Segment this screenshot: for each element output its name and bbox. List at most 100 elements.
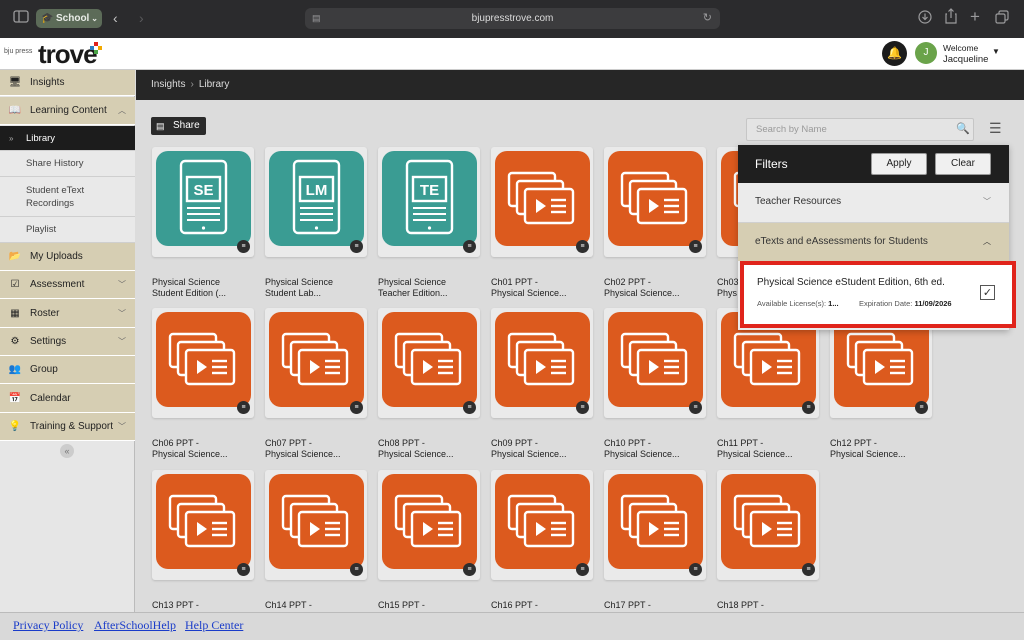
- tile-title[interactable]: Ch01 PPT - Physical Science...: [491, 277, 596, 299]
- hamburger-menu-icon[interactable]: ☰: [989, 121, 1002, 135]
- tile-title[interactable]: Ch07 PPT - Physical Science...: [265, 438, 370, 460]
- tile-title-line1: Ch12 PPT -: [830, 438, 877, 448]
- sidebar-item-calendar[interactable]: 📅 Calendar: [0, 384, 135, 413]
- welcome-label: Welcome: [943, 43, 979, 53]
- search-input[interactable]: [746, 118, 974, 141]
- tile-title[interactable]: Ch09 PPT - Physical Science...: [491, 438, 596, 460]
- ppt-tile[interactable]: ≡: [491, 308, 593, 418]
- profile-button[interactable]: 🎓 School ⌄: [36, 9, 102, 28]
- sidebar-item-learning-content[interactable]: 📖 Learning Content ︿: [0, 97, 135, 125]
- tile-title[interactable]: Ch11 PPT - Physical Science...: [717, 438, 822, 460]
- sidebar-item-training-support[interactable]: 💡 Training & Support ﹀: [0, 413, 135, 441]
- tile-title[interactable]: Physical Science Student Edition (...: [152, 277, 257, 299]
- page-settings-icon[interactable]: ▤: [312, 8, 321, 29]
- ppt-tile[interactable]: ≡: [491, 147, 593, 257]
- sidebar-toggle-icon[interactable]: [13, 8, 29, 28]
- add-to-playlist-icon[interactable]: ≡: [915, 401, 928, 414]
- sidebar-item-insights[interactable]: 🖥 Insights: [0, 70, 135, 96]
- tile-title[interactable]: Physical Science Teacher Edition...: [378, 277, 483, 299]
- ppt-tile[interactable]: ≡: [717, 470, 819, 580]
- add-to-playlist-icon[interactable]: ≡: [576, 401, 589, 414]
- checkmark-icon: ✓: [982, 287, 993, 299]
- etext-tile[interactable]: TE ≡: [378, 147, 480, 257]
- add-to-playlist-icon[interactable]: ≡: [237, 240, 250, 253]
- add-to-playlist-icon[interactable]: ≡: [689, 240, 702, 253]
- sidebar-subitem-library[interactable]: » Library: [0, 126, 135, 151]
- etext-tile[interactable]: SE ≡: [152, 147, 254, 257]
- sidebar-item-roster[interactable]: ▦ Roster ﹀: [0, 299, 135, 328]
- apply-button[interactable]: Apply: [871, 153, 927, 175]
- sidebar-item-group[interactable]: 👥 Group: [0, 356, 135, 384]
- tile-title-line2: Physical Science...: [604, 449, 680, 459]
- tile-title-line1: Ch14 PPT -: [265, 600, 312, 610]
- ppt-tile[interactable]: ≡: [265, 308, 367, 418]
- notifications-bell-icon[interactable]: 🔔: [882, 41, 907, 66]
- user-menu[interactable]: Welcome Jacqueline: [943, 43, 988, 65]
- tile-title[interactable]: Physical Science Student Lab...: [265, 277, 370, 299]
- add-to-playlist-icon[interactable]: ≡: [463, 240, 476, 253]
- presentation-icon: [269, 312, 364, 407]
- add-to-playlist-icon[interactable]: ≡: [802, 563, 815, 576]
- filter-item-estudent-edition[interactable]: Physical Science eStudent Edition, 6th e…: [740, 261, 1016, 328]
- tile-title-line2: Physical Science...: [378, 449, 454, 459]
- add-to-playlist-icon[interactable]: ≡: [463, 401, 476, 414]
- add-to-playlist-icon[interactable]: ≡: [463, 563, 476, 576]
- ppt-tile[interactable]: ≡: [604, 470, 706, 580]
- breadcrumb-insights[interactable]: Insights: [151, 79, 185, 90]
- add-to-playlist-icon[interactable]: ≡: [350, 401, 363, 414]
- add-to-playlist-icon[interactable]: ≡: [237, 401, 250, 414]
- add-to-playlist-icon[interactable]: ≡: [350, 563, 363, 576]
- help-center-link[interactable]: Help Center: [185, 618, 243, 633]
- add-to-playlist-icon[interactable]: ≡: [237, 563, 250, 576]
- filter-section-etexts[interactable]: eTexts and eAssessments for Students ︿: [738, 223, 1009, 261]
- add-to-playlist-icon[interactable]: ≡: [689, 401, 702, 414]
- chevron-up-icon: ︿: [118, 106, 126, 115]
- collapse-sidebar-icon[interactable]: «: [60, 444, 74, 458]
- ppt-tile[interactable]: ≡: [378, 308, 480, 418]
- add-to-playlist-icon[interactable]: ≡: [576, 240, 589, 253]
- etext-tile[interactable]: LM ≡: [265, 147, 367, 257]
- reload-icon[interactable]: ↻: [703, 8, 712, 29]
- tile-title[interactable]: Ch08 PPT - Physical Science...: [378, 438, 483, 460]
- ppt-tile[interactable]: ≡: [152, 470, 254, 580]
- sidebar-item-label: Group: [30, 364, 58, 375]
- ppt-tile[interactable]: ≡: [378, 470, 480, 580]
- afterschoolhelp-link[interactable]: AfterSchoolHelp: [94, 618, 176, 633]
- tile-title[interactable]: Ch12 PPT - Physical Science...: [830, 438, 935, 460]
- tile-title[interactable]: Ch06 PPT - Physical Science...: [152, 438, 257, 460]
- sidebar-subitem-playlist[interactable]: Playlist: [0, 217, 135, 243]
- add-to-playlist-icon[interactable]: ≡: [576, 563, 589, 576]
- search-icon[interactable]: 🔍: [956, 122, 970, 135]
- ppt-tile[interactable]: ≡: [491, 470, 593, 580]
- avatar[interactable]: J: [915, 42, 937, 64]
- share-button[interactable]: ▤ Share: [151, 117, 206, 135]
- trove-logo[interactable]: bju press trove: [4, 40, 124, 68]
- svg-text:LM: LM: [306, 182, 328, 199]
- address-bar[interactable]: ▤ bjupresstrove.com ↻: [305, 8, 720, 29]
- tile-title[interactable]: Ch10 PPT - Physical Science...: [604, 438, 709, 460]
- ppt-tile[interactable]: ≡: [152, 308, 254, 418]
- add-to-playlist-icon[interactable]: ≡: [350, 240, 363, 253]
- filter-item-checkbox[interactable]: ✓: [980, 285, 995, 300]
- caret-down-icon[interactable]: ▼: [992, 47, 1000, 56]
- download-icon[interactable]: [918, 9, 932, 29]
- privacy-policy-link[interactable]: Privacy Policy: [13, 618, 83, 633]
- ppt-tile[interactable]: ≡: [604, 147, 706, 257]
- filter-section-teacher-resources[interactable]: Teacher Resources ﹀: [738, 183, 1009, 223]
- tabs-overview-icon[interactable]: [995, 9, 1009, 29]
- sidebar-subitem-student-etext-recordings[interactable]: Student eText Recordings: [0, 177, 135, 217]
- tile-title[interactable]: Ch02 PPT - Physical Science...: [604, 277, 709, 299]
- share-icon[interactable]: [944, 8, 958, 29]
- sidebar-item-my-uploads[interactable]: 📂 My Uploads: [0, 243, 135, 271]
- ppt-tile[interactable]: ≡: [265, 470, 367, 580]
- forward-icon[interactable]: ›: [139, 8, 144, 28]
- clear-button[interactable]: Clear: [935, 153, 991, 175]
- sidebar-subitem-share-history[interactable]: Share History: [0, 151, 135, 177]
- sidebar-item-assessment[interactable]: ☑ Assessment ﹀: [0, 271, 135, 299]
- new-tab-icon[interactable]: +: [970, 7, 980, 27]
- add-to-playlist-icon[interactable]: ≡: [802, 401, 815, 414]
- sidebar-item-settings[interactable]: ⚙ Settings ﹀: [0, 328, 135, 356]
- add-to-playlist-icon[interactable]: ≡: [689, 563, 702, 576]
- back-icon[interactable]: ‹: [113, 8, 118, 28]
- ppt-tile[interactable]: ≡: [604, 308, 706, 418]
